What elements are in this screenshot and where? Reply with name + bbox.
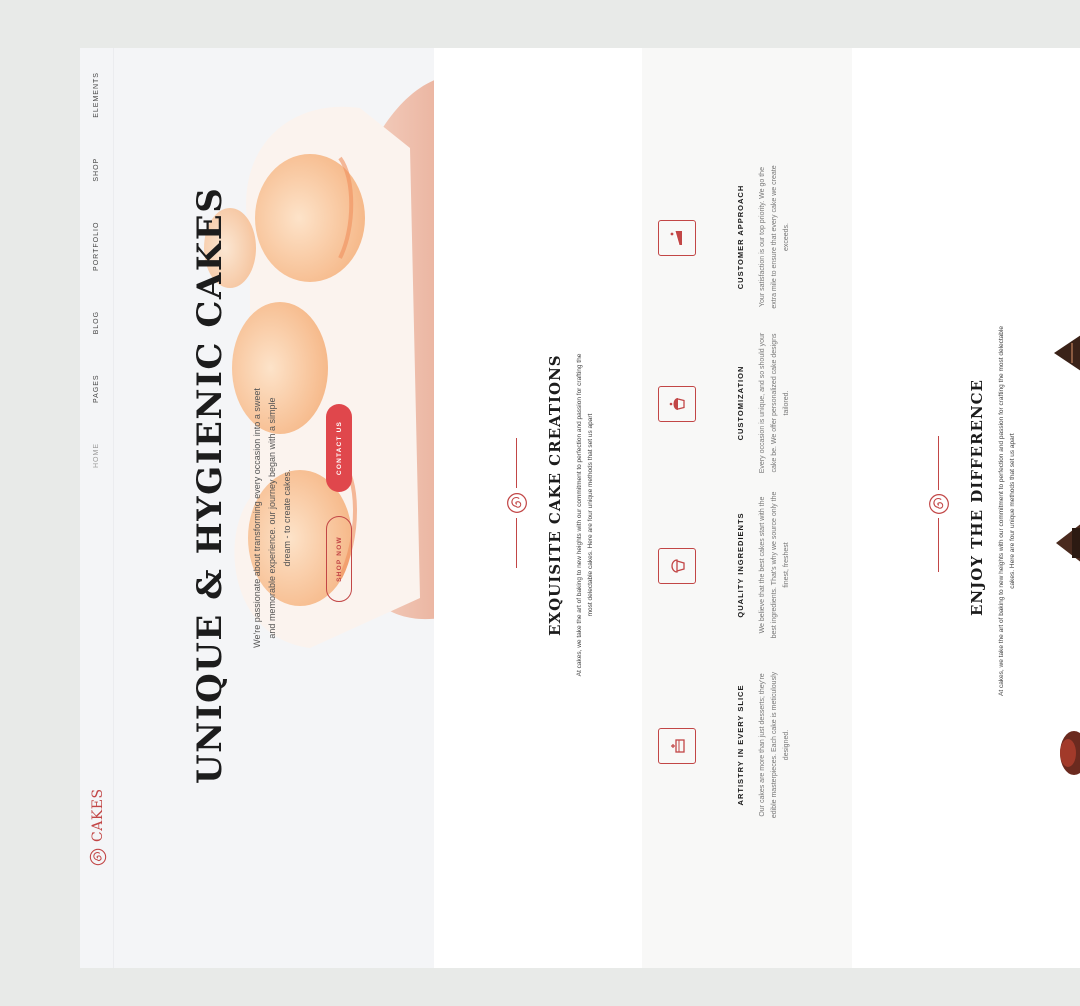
divider-right xyxy=(938,436,939,490)
difference-section: ENJOY THE DIFFERENCE At cakes, we take t… xyxy=(852,48,1080,968)
nav-item-shop[interactable]: SHOP xyxy=(93,158,100,182)
feature-text: Every occasion is unique, and so should … xyxy=(759,332,790,474)
creations-section: EXQUISITE CAKE CREATIONS At cakes, we ta… xyxy=(434,48,642,968)
site-logo[interactable]: CAKES xyxy=(89,788,107,866)
feature-card: ARTISTRY IN EVERY SLICE Our cakes are mo… xyxy=(658,670,793,820)
nav-item-home[interactable]: HOME xyxy=(93,443,100,468)
feature-text: Your satisfaction is our top priority. W… xyxy=(759,165,790,309)
header-bar: CAKES HOME PAGES BLOG PORTFOLIO SHOP ELE… xyxy=(80,48,114,968)
feature-title: QUALITY INGREDIENTS xyxy=(736,512,745,618)
product-image xyxy=(1056,523,1080,563)
rotated-page: CAKES HOME PAGES BLOG PORTFOLIO SHOP ELE… xyxy=(80,48,1080,968)
divider-right xyxy=(516,438,517,488)
difference-title: ENJOY THE DIFFERENCE xyxy=(968,379,986,616)
hero-title: UNIQUE & HYGIENIC CAKES xyxy=(190,186,230,784)
screenshot-stage: CAKES HOME PAGES BLOG PORTFOLIO SHOP ELE… xyxy=(80,48,1080,968)
features-section: ARTISTRY IN EVERY SLICE Our cakes are mo… xyxy=(642,48,852,968)
shop-now-button[interactable]: SHOP NOW xyxy=(326,516,352,602)
swirl-divider-icon xyxy=(507,493,527,513)
hero-description: We're passionate about transforming ever… xyxy=(252,388,292,648)
feature-title: CUSTOMIZATION xyxy=(736,365,745,441)
feature-text: We believe that the best cakes start wit… xyxy=(759,491,790,639)
swirl-divider-icon xyxy=(929,494,949,514)
muffin-icon xyxy=(658,386,696,422)
difference-description: At cakes, we take the art of baking to n… xyxy=(998,326,1016,696)
contact-us-button[interactable]: CONTACT US xyxy=(326,404,352,492)
nav-item-portfolio[interactable]: PORTFOLIO xyxy=(93,222,100,271)
nav-item-pages[interactable]: PAGES xyxy=(93,374,100,403)
main-nav: HOME PAGES BLOG PORTFOLIO SHOP ELEMENTS xyxy=(93,48,100,468)
cupcake-icon xyxy=(658,548,696,584)
creations-description: At cakes, we take the art of baking to n… xyxy=(576,353,594,677)
feature-text: Our cakes are more than just desserts; t… xyxy=(759,671,790,819)
product-image xyxy=(1054,333,1080,373)
feature-title: CUSTOMER APPROACH xyxy=(736,184,745,290)
product-image xyxy=(1060,731,1080,775)
feature-card: CUSTOMIZATION Every occasion is unique, … xyxy=(658,328,793,478)
nav-item-elements[interactable]: ELEMENTS xyxy=(93,72,100,118)
nav-item-blog[interactable]: BLOG xyxy=(93,311,100,334)
hero-section: CAKES HOME PAGES BLOG PORTFOLIO SHOP ELE… xyxy=(80,48,434,968)
divider-left xyxy=(516,518,517,568)
feature-card: QUALITY INGREDIENTS We believe that the … xyxy=(658,490,793,640)
brand-name: CAKES xyxy=(90,788,106,842)
cake-icon xyxy=(658,728,696,764)
swirl-logo-icon xyxy=(89,848,107,866)
creations-title: EXQUISITE CAKE CREATIONS xyxy=(546,354,564,636)
feature-title: ARTISTRY IN EVERY SLICE xyxy=(736,684,745,806)
feature-card: CUSTOMER APPROACH Your satisfaction is o… xyxy=(658,162,793,312)
cake-slice-icon xyxy=(658,220,696,256)
divider-left xyxy=(938,518,939,572)
